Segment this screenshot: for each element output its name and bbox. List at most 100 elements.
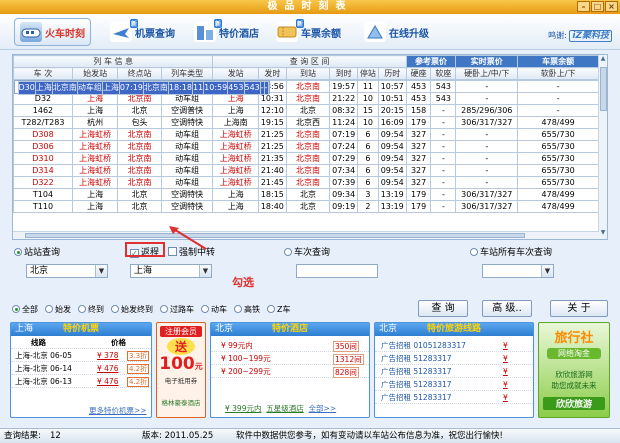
hotel-deal-row[interactable]: ¥ 99元内 350间 <box>211 339 369 352</box>
price-header: 价格 <box>111 338 126 347</box>
table-cell: 动车组 <box>160 176 214 189</box>
vertical-scrollbar[interactable]: ▲ ▼ <box>598 55 607 239</box>
column-header[interactable]: 终点站 <box>117 67 162 80</box>
scroll-down-icon[interactable]: ▼ <box>599 229 607 239</box>
column-header[interactable]: 发站 <box>212 67 259 80</box>
tour-deal-row[interactable]: 广告招租 51283317 ¥ <box>375 391 533 404</box>
flight-deal-row[interactable]: 上海-北京 06-14 ¥ 476 4.2折 <box>11 362 151 375</box>
close-button[interactable]: × <box>605 1 618 12</box>
hotel-link-399[interactable]: ¥ 399元内 <box>225 404 261 413</box>
column-header[interactable]: 到站 <box>285 67 331 80</box>
advanced-button[interactable]: 高 级.. <box>482 300 532 317</box>
more-flights-link[interactable]: 更多特价机票>> <box>89 405 147 416</box>
column-header[interactable]: 软卧上/下 <box>517 67 599 80</box>
table-cell: 北京南 <box>285 164 331 177</box>
chevron-down-icon: ▼ <box>199 265 211 277</box>
filter-option[interactable]: 高铁 <box>234 305 260 314</box>
tour-deal-row[interactable]: 广告招租 51283317 ¥ <box>375 352 533 365</box>
scroll-up-icon[interactable]: ▲ <box>599 55 607 65</box>
table-cell: 18:15 <box>257 188 287 201</box>
flight-deal-row[interactable]: 上海-北京 06-13 ¥ 476 4.2折 <box>11 375 151 388</box>
tab-train-timetable[interactable]: 火车时刻 <box>14 18 91 46</box>
column-header[interactable]: 始发站 <box>71 67 119 80</box>
filter-label: Z车 <box>277 305 291 314</box>
filter-option[interactable]: 始发 <box>45 305 71 314</box>
hotel-link-five-star[interactable]: 五星级酒店 <box>266 404 304 413</box>
table-cell: 327 <box>405 128 432 141</box>
travel-agency-banner[interactable]: 旅行社 网络淘金 欣欣旅游网 助您成就未来 欣欣旅游 <box>538 322 610 418</box>
column-header[interactable]: 硬卧上/中/下 <box>455 67 519 80</box>
train-number-input[interactable] <box>296 264 378 278</box>
table-row[interactable]: D30 上海 北京南 动车组 上海 07:19 北京南 18:18 11 10:59 453 543-… <box>13 80 270 95</box>
query-button[interactable]: 查 询 <box>418 300 468 317</box>
train-query-radio[interactable]: 车次查询 <box>284 245 330 258</box>
scroll-thumb[interactable] <box>600 67 607 111</box>
column-header[interactable]: 软座 <box>430 67 457 80</box>
tour-deal-row[interactable]: 广告招租 51283317 ¥ <box>375 378 533 391</box>
table-cell: 动车组 <box>160 152 214 165</box>
table-row[interactable]: 1462 上海 北京 空调普快 上海 12:10 北京 08:32 15 20:15 158-285… <box>13 104 599 117</box>
maximize-button[interactable]: □ <box>591 1 604 12</box>
hotel-deal-row[interactable]: ¥ 200~299元 828间 <box>211 365 369 378</box>
tab-flight-search[interactable]: 新 机票查询 <box>110 18 175 46</box>
hotel-link-all[interactable]: 全部>> <box>309 404 337 413</box>
filter-option[interactable]: 终到 <box>78 305 104 314</box>
column-header[interactable]: 列车类型 <box>160 67 214 80</box>
toolbar: 火车时刻 新 机票查询 新 特价酒店 新 车票余额 在线升级 鸣谢: iZ聚科技 <box>0 14 620 50</box>
table-cell: 北京南 <box>117 176 162 189</box>
horizontal-scrollbar[interactable] <box>13 231 599 239</box>
table-cell: 18:40 <box>257 200 287 213</box>
table-cell: 空调特快 <box>160 116 214 129</box>
table-cell: - <box>430 164 457 177</box>
tour-deal-row[interactable]: 广告招租 51283317 ¥ <box>375 365 533 378</box>
member-promo-banner[interactable]: 注册会员 送 100元 电子抵用券 格林豪泰酒店 <box>156 322 206 418</box>
table-row[interactable]: D322 上海虹桥 北京南 动车组 上海虹桥 21:45 北京南 07:39 6 09:54 327… <box>13 176 599 189</box>
from-station-select[interactable]: 北京 ▼ <box>26 264 108 278</box>
tab-hotel-deals[interactable]: 新 特价酒店 <box>194 18 259 46</box>
filter-option[interactable]: 全部 <box>12 305 38 314</box>
column-header[interactable]: 硬座 <box>405 67 432 80</box>
flight-deals-panel: 上海 特价机票 线路 价格 上海-北京 06-05 ¥ 378 3.3折 上海-北京 06… <box>10 322 152 418</box>
minimize-button[interactable]: – <box>577 1 590 12</box>
column-header[interactable]: 停站 <box>357 67 379 80</box>
tour-deal-row[interactable]: 广告招租 01051283317 ¥ <box>375 339 533 352</box>
station-query-radio[interactable]: 站站查询 <box>14 245 60 258</box>
table-cell: D308 <box>13 128 73 141</box>
table-cell: 北京南 <box>117 128 162 141</box>
filter-label: 高铁 <box>244 305 260 314</box>
app-window: 极品时刻表 – □ × 火车时刻 新 机票查询 新 特价酒店 新 车票余额 在线… <box>0 0 620 443</box>
table-cell: 上海 <box>101 81 120 95</box>
table-row[interactable]: D306 上海虹桥 北京南 动车组 上海虹桥 21:25 北京南 07:24 6 09:54 327… <box>13 140 599 153</box>
column-header[interactable]: 历时 <box>377 67 407 80</box>
table-cell: 10 <box>357 116 379 129</box>
table-cell: 11:24 <box>329 116 359 129</box>
column-header[interactable]: 发时 <box>257 67 287 80</box>
new-badge: 新 <box>295 19 304 28</box>
about-button[interactable]: 关 于 <box>550 300 608 317</box>
station-select[interactable]: ▼ <box>482 264 554 278</box>
flight-deal-row[interactable]: 上海-北京 06-05 ¥ 378 3.3折 <box>11 349 151 362</box>
filter-option[interactable]: 动车 <box>201 305 227 314</box>
table-cell: 09:54 <box>377 128 407 141</box>
station-all-trains-radio[interactable]: 车站所有车次查询 <box>470 245 552 258</box>
column-header[interactable]: 车 次 <box>13 67 73 80</box>
table-cell: 453 <box>405 80 432 93</box>
scroll-thumb[interactable] <box>25 233 525 238</box>
table-row[interactable]: D314 上海虹桥 北京南 动车组 上海虹桥 21:40 北京南 07:34 6 09:54 327… <box>13 164 599 177</box>
tab-ticket-balance[interactable]: 新 车票余额 <box>276 18 341 46</box>
table-row[interactable]: D310 上海虹桥 北京南 动车组 上海虹桥 21:35 北京南 07:29 6 09:54 327… <box>13 152 599 165</box>
filter-option[interactable]: 过路车 <box>160 305 194 314</box>
flight-route: 上海-北京 06-13 <box>15 377 72 386</box>
tab-online-upgrade[interactable]: 在线升级 <box>364 18 429 46</box>
filter-option[interactable]: Z车 <box>267 305 290 314</box>
table-cell: 09:54 <box>377 140 407 153</box>
annotation-arrow-icon <box>169 226 207 250</box>
to-station-select[interactable]: 上海 ▼ <box>130 264 212 278</box>
hotel-deal-row[interactable]: ¥ 100~199元 1312间 <box>211 352 369 365</box>
table-row[interactable]: D308 上海虹桥 北京南 动车组 上海虹桥 21:25 北京南 07:19 6 09:54 327… <box>13 128 599 141</box>
table-row[interactable]: T282/T283 杭州 包头 空调特快 上海南 19:15 北京西 11:24 10 16:09… <box>13 116 599 129</box>
table-row[interactable]: T110 上海 北京 空调特快 上海 18:40 北京 09:19 2 13:19 179-306/… <box>13 200 599 213</box>
filter-option[interactable]: 始发终到 <box>111 305 153 314</box>
table-row[interactable]: T104 上海 北京 空调特快 上海 18:15 北京 09:34 3 13:19 179-306/… <box>13 188 599 201</box>
column-header[interactable]: 到时 <box>329 67 359 80</box>
